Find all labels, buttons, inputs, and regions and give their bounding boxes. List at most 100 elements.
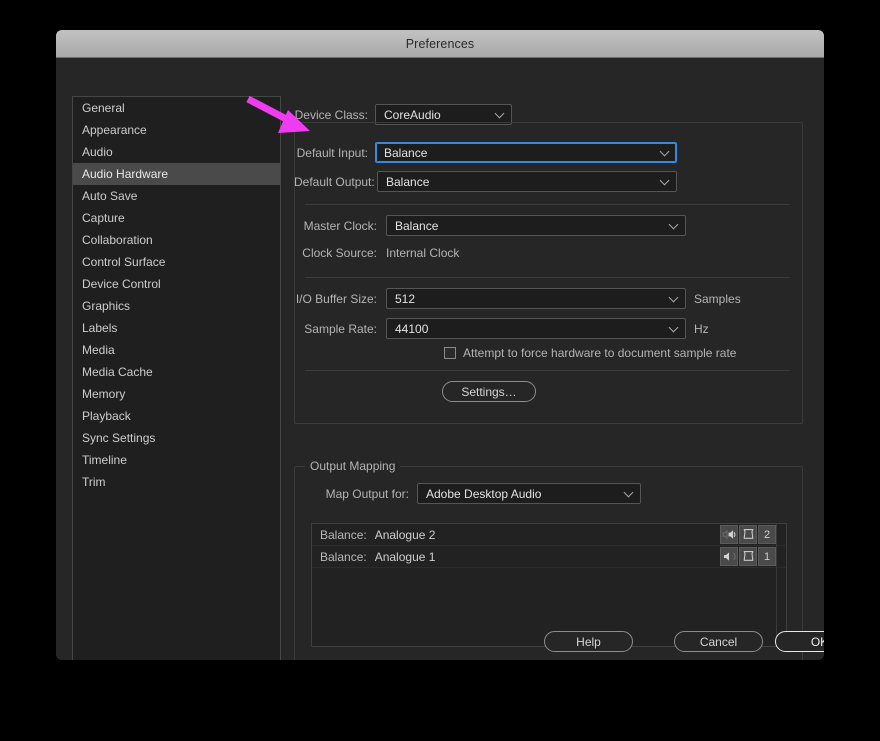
sidebar-item-playback[interactable]: Playback [73, 405, 280, 427]
audio-hardware-pane: Device Class: CoreAudio Default Input: B… [294, 96, 824, 660]
chevron-down-icon [670, 221, 678, 229]
window-titlebar: Preferences [56, 30, 824, 58]
device-settings-group [294, 122, 803, 424]
preferences-window: Preferences General Appearance Audio Audio … [56, 30, 824, 660]
device-class-value: CoreAudio [384, 107, 441, 122]
clock-source-label: Clock Source: [302, 246, 377, 260]
map-row-icons: 1 [720, 547, 776, 566]
map-output-for-dropdown[interactable]: Adobe Desktop Audio [417, 483, 641, 504]
help-button[interactable]: Help [544, 631, 633, 652]
output-mapping-list[interactable]: Balance: Analogue 2 2 Balance: Analogue 1 1 [311, 523, 787, 647]
force-hardware-label: Attempt to force hardware to document sa… [463, 346, 737, 360]
io-buffer-size-unit: Samples [694, 291, 741, 306]
io-buffer-size-value: 512 [395, 291, 416, 306]
sidebar-item-media-cache[interactable]: Media Cache [73, 361, 280, 383]
chevron-down-icon [670, 324, 678, 332]
sample-rate-label: Sample Rate: [304, 321, 377, 336]
map-output-for-row: Map Output for: Adobe Desktop Audio [310, 483, 641, 504]
map-row-device: Balance: [320, 527, 367, 542]
chevron-down-icon [661, 177, 669, 185]
chevron-down-icon [496, 110, 504, 118]
clock-source-row: Clock Source: Internal Clock [294, 246, 459, 260]
sidebar-item-label: Media Cache [82, 365, 153, 379]
default-input-label: Default Input: [296, 145, 368, 160]
sample-rate-value: 44100 [395, 321, 429, 336]
chevron-down-icon [625, 489, 633, 497]
sidebar-item-label: Trim [82, 475, 106, 489]
sample-rate-dropdown[interactable]: 44100 [386, 318, 686, 339]
map-output-for-label: Map Output for: [325, 486, 409, 501]
cancel-button[interactable]: Cancel [674, 631, 763, 652]
chevron-down-icon [661, 148, 669, 156]
output-mapping-title: Output Mapping [305, 459, 401, 473]
sidebar-item-label: General [82, 101, 125, 115]
sidebar-item-sync-settings[interactable]: Sync Settings [73, 427, 280, 449]
sidebar-item-appearance[interactable]: Appearance [73, 119, 280, 141]
master-clock-dropdown[interactable]: Balance [386, 215, 686, 236]
sidebar-item-auto-save[interactable]: Auto Save [73, 185, 280, 207]
master-clock-row: Master Clock: Balance [294, 215, 686, 236]
list-scrollbar[interactable] [776, 524, 786, 646]
default-input-dropdown[interactable]: Balance [375, 142, 677, 163]
separator-2 [305, 277, 790, 278]
device-class-label: Device Class: [294, 107, 368, 122]
sidebar-item-label: Appearance [82, 123, 147, 137]
speaker-right-icon[interactable] [720, 525, 738, 544]
sidebar-item-audio-hardware[interactable]: Audio Hardware [73, 163, 280, 185]
sidebar-item-label: Sync Settings [82, 431, 156, 445]
sidebar-item-label: Graphics [82, 299, 131, 313]
map-row-channel: Analogue 2 [374, 527, 436, 542]
map-row-device: Balance: [320, 549, 367, 564]
default-input-value: Balance [384, 145, 428, 160]
sidebar-item-labels[interactable]: Labels [73, 317, 280, 339]
default-output-value: Balance [386, 174, 430, 189]
io-buffer-size-label: I/O Buffer Size: [295, 291, 377, 306]
force-hardware-checkbox[interactable] [444, 347, 456, 359]
sample-rate-row: Sample Rate: 44100 Hz [294, 318, 709, 339]
dialog-footer: Help Cancel OK [294, 631, 824, 660]
window-title: Preferences [405, 36, 475, 51]
settings-button-row: Settings… [442, 381, 536, 402]
sidebar-item-control-surface[interactable]: Control Surface [73, 251, 280, 273]
sidebar-item-label: Control Surface [82, 255, 166, 269]
sidebar-item-graphics[interactable]: Graphics [73, 295, 280, 317]
sidebar-item-label: Labels [82, 321, 118, 335]
window-body: General Appearance Audio Audio Hardware Auto… [56, 58, 824, 660]
sidebar-item-capture[interactable]: Capture [73, 207, 280, 229]
sidebar-item-collaboration[interactable]: Collaboration [73, 229, 280, 251]
speaker-outline-icon[interactable] [739, 525, 757, 544]
table-row[interactable]: Balance: Analogue 1 1 [312, 546, 786, 568]
sidebar-item-media[interactable]: Media [73, 339, 280, 361]
sidebar-item-device-control[interactable]: Device Control [73, 273, 280, 295]
sidebar-item-label: Timeline [82, 453, 127, 467]
table-row[interactable]: Balance: Analogue 2 2 [312, 524, 786, 546]
settings-button[interactable]: Settings… [442, 381, 536, 402]
sidebar-item-trim[interactable]: Trim [73, 471, 280, 493]
master-clock-value: Balance [395, 218, 439, 233]
ok-button[interactable]: OK [775, 631, 824, 652]
sidebar-item-memory[interactable]: Memory [73, 383, 280, 405]
io-buffer-size-row: I/O Buffer Size: 512 Samples [294, 288, 741, 309]
chevron-down-icon [670, 294, 678, 302]
separator-1 [305, 204, 790, 205]
map-row-channel: Analogue 1 [374, 549, 436, 564]
sidebar-item-audio[interactable]: Audio [73, 141, 280, 163]
clock-source-value: Internal Clock [386, 246, 460, 260]
sidebar-item-general[interactable]: General [73, 97, 280, 119]
master-clock-label: Master Clock: [303, 218, 377, 233]
speaker-left-icon[interactable] [720, 547, 738, 566]
sidebar-item-label: Memory [82, 387, 126, 401]
screen-root: Preferences General Appearance Audio Audio … [0, 0, 880, 741]
force-hardware-checkbox-row[interactable]: Attempt to force hardware to document sa… [444, 346, 736, 360]
sample-rate-unit: Hz [694, 321, 709, 336]
default-output-row: Default Output: Balance [294, 171, 677, 192]
map-row-channel-number[interactable]: 1 [758, 547, 776, 566]
default-output-dropdown[interactable]: Balance [377, 171, 677, 192]
preferences-category-list[interactable]: General Appearance Audio Audio Hardware Auto… [72, 96, 281, 660]
sidebar-item-label: Auto Save [82, 189, 138, 203]
sidebar-item-timeline[interactable]: Timeline [73, 449, 280, 471]
map-row-channel-number[interactable]: 2 [758, 525, 776, 544]
io-buffer-size-dropdown[interactable]: 512 [386, 288, 686, 309]
speaker-outline-icon[interactable] [739, 547, 757, 566]
map-row-icons: 2 [720, 525, 776, 544]
